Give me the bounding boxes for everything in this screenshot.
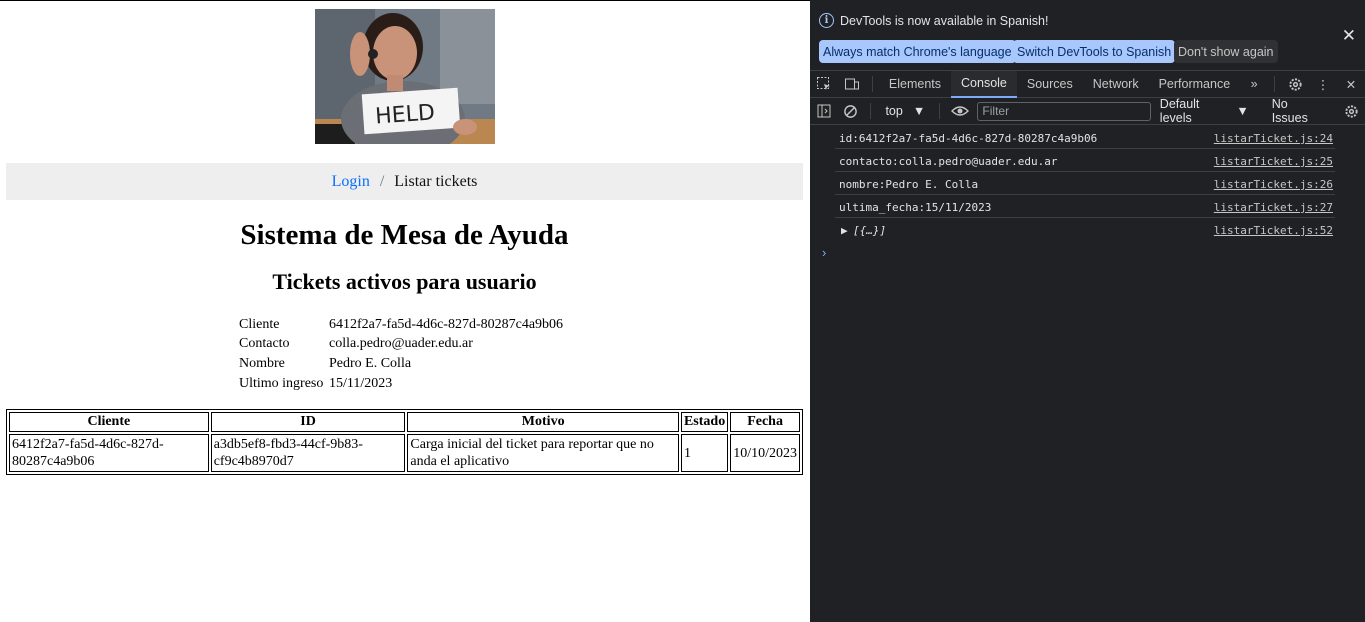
sidebar-toggle-icon[interactable]	[810, 98, 837, 125]
info-value: colla.pedro@uader.edu.ar	[329, 336, 473, 352]
console-message-text: contacto:colla.pedro@uader.edu.ar	[839, 155, 1058, 168]
breadcrumb-separator: /	[379, 172, 385, 190]
info-label: Nombre	[239, 355, 285, 371]
console-filter-input[interactable]	[977, 101, 1151, 121]
hero-image: HELD	[315, 9, 495, 144]
context-value: top	[885, 104, 903, 118]
info-label: Contacto	[239, 336, 290, 352]
table-row: 6412f2a7-fa5d-4d6c-827d-80287c4a9b06 a3d…	[9, 434, 800, 472]
log-levels-label: Default levels	[1159, 97, 1200, 125]
source-link[interactable]: listarTicket.js:26	[1214, 178, 1333, 191]
column-header: ID	[210, 412, 406, 432]
breadcrumb-login-link[interactable]: Login	[332, 173, 370, 191]
table-cell: 6412f2a7-fa5d-4d6c-827d-80287c4a9b06	[9, 434, 209, 472]
expand-triangle-icon[interactable]: ▶	[841, 224, 848, 237]
divider	[871, 76, 873, 92]
page-subtitle: Tickets activos para usuario	[272, 269, 537, 294]
console-message-text: id:6412f2a7-fa5d-4d6c-827d-80287c4a9b06	[839, 132, 1098, 145]
device-toolbar-icon[interactable]	[838, 71, 866, 98]
live-expression-eye-icon[interactable]	[946, 98, 973, 125]
info-value: Pedro E. Colla	[329, 355, 412, 371]
tab-performance[interactable]: Performance	[1149, 71, 1241, 98]
info-row-ultimo-ingreso: Ultimo ingreso 15/11/2023	[239, 374, 563, 394]
table-cell: a3db5ef8-fbd3-44cf-9b83-cf9c4b8970d7	[210, 434, 406, 472]
console-message: ultima_fecha:15/11/2023 listarTicket.js:…	[835, 195, 1335, 218]
info-value: 15/11/2023	[329, 375, 393, 391]
context-selector[interactable]: top ▼	[877, 104, 933, 118]
console-object-preview[interactable]: [{…}]	[853, 224, 886, 237]
divider	[1274, 76, 1276, 92]
dropdown-arrow-icon: ▼	[1236, 104, 1249, 118]
sign-text: HELD	[374, 100, 435, 129]
woman-holding-sign-image: HELD	[315, 9, 495, 144]
console-message[interactable]: ▶ [{…}] listarTicket.js:52	[835, 218, 1335, 241]
user-info: Cliente 6412f2a7-fa5d-4d6c-827d-80287c4a…	[239, 315, 563, 393]
column-header: Fecha	[730, 412, 800, 432]
tickets-table: Cliente ID Motivo Estado Fecha 6412f2a7-…	[6, 409, 803, 475]
console-prompt-chevron-icon[interactable]: ›	[822, 245, 826, 260]
info-row-contacto: Contacto colla.pedro@uader.edu.ar	[239, 335, 563, 355]
table-cell: 1	[680, 434, 729, 472]
console-message-text: ultima_fecha:15/11/2023	[839, 201, 992, 214]
info-row-cliente: Cliente 6412f2a7-fa5d-4d6c-827d-80287c4a…	[239, 315, 563, 335]
always-match-language-button[interactable]: Always match Chrome's language	[819, 40, 1016, 63]
breadcrumb: Login / Listar tickets	[6, 163, 803, 200]
info-value: 6412f2a7-fa5d-4d6c-827d-80287c4a9b06	[329, 316, 564, 332]
breadcrumb-current: Listar tickets	[394, 172, 478, 190]
console-settings-gear-icon[interactable]	[1338, 98, 1365, 125]
divider	[870, 103, 872, 119]
web-page: HELD Login / Listar tickets Sistema de M…	[0, 0, 810, 622]
more-options-icon[interactable]: ⋮	[1309, 71, 1337, 98]
page-title: Sistema de Mesa de Ayuda	[240, 219, 569, 251]
devtools-panel: i DevTools is now available in Spanish! …	[810, 0, 1365, 622]
console-toolbar: top ▼ Default levels ▼ No Issues	[810, 97, 1365, 125]
inspect-element-icon[interactable]	[810, 71, 838, 98]
dropdown-arrow-icon: ▼	[912, 104, 926, 118]
console-output: id:6412f2a7-fa5d-4d6c-827d-80287c4a9b06 …	[810, 126, 1365, 241]
console-message-text: nombre:Pedro E. Colla	[839, 178, 979, 191]
column-header: Motivo	[407, 412, 679, 432]
tab-elements[interactable]: Elements	[879, 71, 951, 98]
source-link[interactable]: listarTicket.js:24	[1214, 132, 1333, 145]
column-header: Estado	[680, 412, 729, 432]
tab-sources[interactable]: Sources	[1017, 71, 1083, 98]
infobar-text: DevTools is now available in Spanish!	[840, 13, 1049, 28]
source-link[interactable]: listarTicket.js:52	[1214, 224, 1333, 237]
tab-console[interactable]: Console	[951, 70, 1017, 98]
table-header-row: Cliente ID Motivo Estado Fecha	[9, 412, 800, 432]
clear-console-icon[interactable]	[837, 98, 864, 125]
source-link[interactable]: listarTicket.js:27	[1214, 201, 1333, 214]
close-devtools-icon[interactable]: ✕	[1337, 71, 1365, 98]
infobar-message: i DevTools is now available in Spanish!	[819, 13, 1048, 28]
table-cell: 10/10/2023	[730, 434, 800, 472]
close-icon[interactable]: ✕	[1342, 26, 1356, 46]
dont-show-again-button[interactable]: Don't show again	[1174, 40, 1278, 63]
table-cell: Carga inicial del ticket para reportar q…	[407, 434, 679, 472]
log-levels-dropdown[interactable]: Default levels ▼	[1160, 97, 1249, 125]
switch-to-spanish-button[interactable]: Switch DevTools to Spanish	[1013, 40, 1176, 63]
console-message: contacto:colla.pedro@uader.edu.ar listar…	[835, 149, 1335, 172]
settings-gear-icon[interactable]	[1281, 71, 1309, 98]
info-label: Cliente	[239, 316, 280, 332]
language-infobar: i DevTools is now available in Spanish! …	[810, 0, 1365, 70]
issues-counter[interactable]: No Issues	[1272, 97, 1326, 125]
console-message: id:6412f2a7-fa5d-4d6c-827d-80287c4a9b06 …	[835, 126, 1335, 149]
info-label: Ultimo ingreso	[239, 375, 324, 391]
divider	[939, 103, 941, 119]
devtools-tabbar: Elements Console Sources Network Perform…	[810, 70, 1365, 98]
more-tabs-icon[interactable]: »	[1240, 71, 1268, 98]
column-header: Cliente	[9, 412, 209, 432]
tab-network[interactable]: Network	[1083, 71, 1149, 98]
console-message: nombre:Pedro E. Colla listarTicket.js:26	[835, 172, 1335, 195]
info-icon: i	[819, 13, 834, 28]
source-link[interactable]: listarTicket.js:25	[1214, 155, 1333, 168]
info-row-nombre: Nombre Pedro E. Colla	[239, 354, 563, 374]
